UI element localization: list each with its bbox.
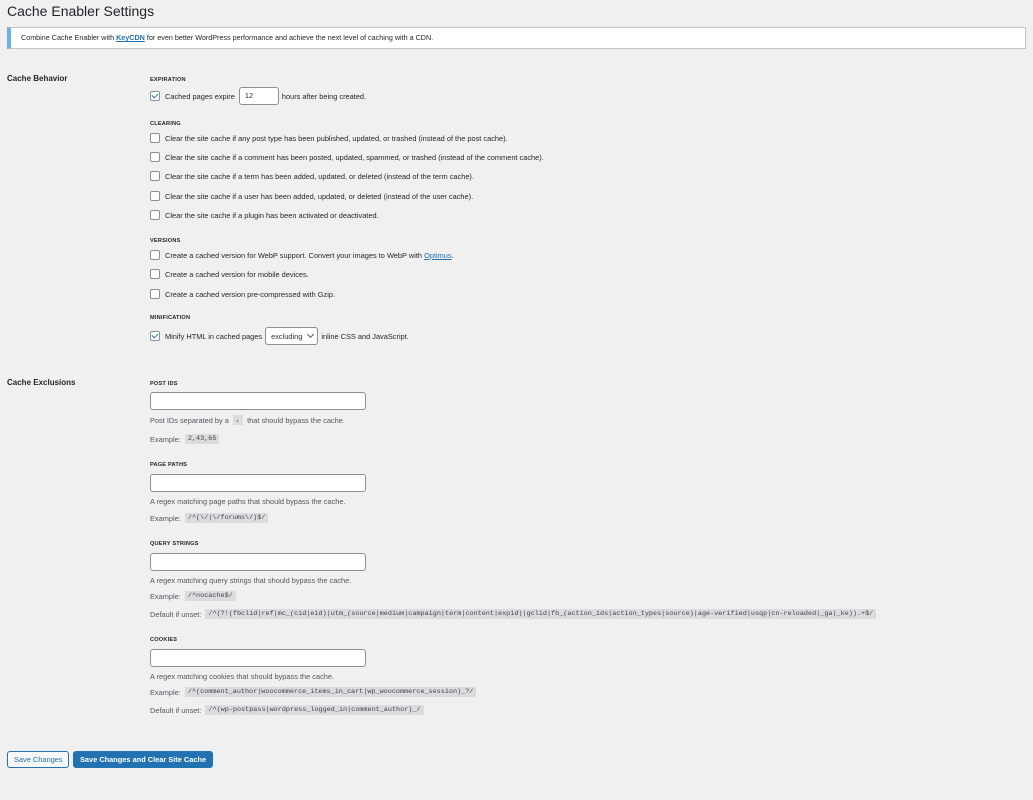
cookies-default-code: /^(wp-postpass|wordpress_logged_in|comme… [205, 705, 424, 715]
versions-row-webp: Create a cached version for WebP support… [150, 249, 454, 261]
minification-heading: MINIFICATION [150, 315, 191, 321]
cookies-example: Example: /^(comment_author|woocommerce_i… [150, 686, 478, 698]
cookies-input[interactable] [150, 649, 366, 667]
mobile-label: Create a cached version for mobile devic… [165, 269, 309, 279]
query-strings-default-label: Default if unset: [150, 609, 202, 619]
query-strings-heading: QUERY STRINGS [150, 541, 199, 547]
query-strings-default: Default if unset: /^(?!(fbclid|ref|mc_(c… [150, 608, 878, 620]
minify-label-before: Minify HTML in cached pages [165, 331, 263, 341]
cookies-description: A regex matching cookies that should byp… [150, 671, 335, 681]
query-strings-description: A regex matching query strings that shou… [150, 575, 352, 585]
chevron-down-icon [307, 330, 315, 339]
page-paths-example-label: Example: [150, 513, 181, 523]
cookies-default: Default if unset: /^(wp-postpass|wordpre… [150, 704, 426, 716]
clearing-row-plugin: Clear the site cache if a plugin has bee… [150, 209, 379, 221]
minify-checkbox[interactable] [150, 331, 160, 341]
minify-select-value: excluding [271, 331, 303, 341]
versions-row-gzip: Create a cached version pre-compressed w… [150, 288, 335, 300]
clearing-post-label: Clear the site cache if any post type ha… [165, 133, 508, 143]
expiration-label-before: Cached pages expire [165, 91, 235, 101]
clearing-plugin-label: Clear the site cache if a plugin has bee… [165, 210, 379, 220]
post-ids-example: Example: 2,43,65 [150, 433, 221, 445]
webp-label: Create a cached version for WebP support… [165, 250, 423, 260]
clearing-user-checkbox[interactable] [150, 191, 160, 201]
keycdn-link[interactable]: KeyCDN [116, 33, 145, 42]
clearing-user-label: Clear the site cache if a user has been … [165, 191, 474, 201]
cache-behavior-label: Cache Behavior [7, 74, 68, 83]
minify-label-after: inline CSS and JavaScript. [321, 331, 409, 341]
notice-prefix: Combine Cache Enabler with [21, 33, 117, 42]
query-strings-example-label: Example: [150, 591, 181, 601]
clearing-row-term: Clear the site cache if a term has been … [150, 170, 474, 182]
expiration-label-after: hours after being created. [281, 91, 367, 101]
query-strings-example: Example: /^nocache$/ [150, 590, 238, 602]
post-ids-heading: POST IDS [150, 381, 178, 387]
query-strings-input[interactable] [150, 553, 366, 571]
clearing-post-checkbox[interactable] [150, 133, 160, 143]
save-and-clear-cache-button[interactable]: Save Changes and Clear Site Cache [73, 751, 214, 768]
post-ids-description: Post IDs separated by a , that should by… [150, 414, 345, 426]
page-paths-example-code: /^(\/|\/forums\/)$/ [184, 513, 269, 523]
notice-suffix: for even better WordPress performance an… [144, 33, 434, 42]
expiration-hours-input[interactable]: 12 [238, 87, 279, 105]
webp-checkbox[interactable] [150, 250, 160, 260]
page-paths-description: A regex matching page paths that should … [150, 496, 346, 506]
clearing-row-post: Clear the site cache if any post type ha… [150, 132, 508, 144]
post-ids-example-code: 2,43,65 [184, 434, 220, 444]
save-changes-button[interactable]: Save Changes [7, 751, 70, 768]
post-ids-input[interactable] [150, 392, 366, 410]
cache-exclusions-label: Cache Exclusions [7, 378, 76, 387]
optimus-link[interactable]: Optimus [424, 251, 452, 260]
post-ids-example-label: Example: [150, 434, 181, 444]
post-ids-separator: , [232, 415, 244, 425]
clearing-row-user: Clear the site cache if a user has been … [150, 190, 473, 202]
versions-row-mobile: Create a cached version for mobile devic… [150, 268, 309, 280]
page-paths-input[interactable] [150, 474, 366, 492]
page-paths-heading: PAGE PATHS [150, 462, 188, 468]
clearing-comment-checkbox[interactable] [150, 152, 160, 162]
query-strings-default-code: /^(?!(fbclid|ref|mc_(cid|eid)|utm_(sourc… [205, 609, 877, 619]
query-strings-example-code: /^nocache$/ [184, 591, 236, 601]
gzip-label: Create a cached version pre-compressed w… [165, 289, 336, 299]
webp-label-end: . [451, 250, 454, 260]
clearing-comment-label: Clear the site cache if a comment has be… [165, 152, 544, 162]
clearing-term-label: Clear the site cache if a term has been … [165, 171, 474, 181]
versions-heading: VERSIONS [150, 238, 181, 244]
clearing-term-checkbox[interactable] [150, 171, 160, 181]
clearing-heading: CLEARING [150, 121, 181, 127]
expiration-checkbox[interactable] [150, 91, 160, 101]
cookies-example-label: Example: [150, 687, 181, 697]
mobile-checkbox[interactable] [150, 269, 160, 279]
post-ids-desc-after: that should bypass the cache. [247, 415, 345, 425]
clearing-row-comment: Clear the site cache if a comment has be… [150, 151, 544, 163]
minification-row: Minify HTML in cached pages excluding in… [150, 327, 409, 345]
keycdn-notice: Combine Cache Enabler with KeyCDN for ev… [7, 27, 1026, 49]
clearing-plugin-checkbox[interactable] [150, 210, 160, 220]
expiration-heading: EXPIRATION [150, 77, 186, 83]
post-ids-desc-before: Post IDs separated by a [150, 415, 229, 425]
page-paths-example: Example: /^(\/|\/forums\/)$/ [150, 512, 270, 524]
expiration-row: Cached pages expire 12 hours after being… [150, 87, 367, 105]
cookies-example-code: /^(comment_author|woocommerce_items_in_c… [184, 687, 477, 697]
cookies-heading: COOKIES [150, 637, 178, 643]
cookies-default-label: Default if unset: [150, 705, 202, 715]
minify-select[interactable]: excluding [265, 327, 319, 345]
gzip-checkbox[interactable] [150, 289, 160, 299]
page-title: Cache Enabler Settings [7, 3, 155, 19]
